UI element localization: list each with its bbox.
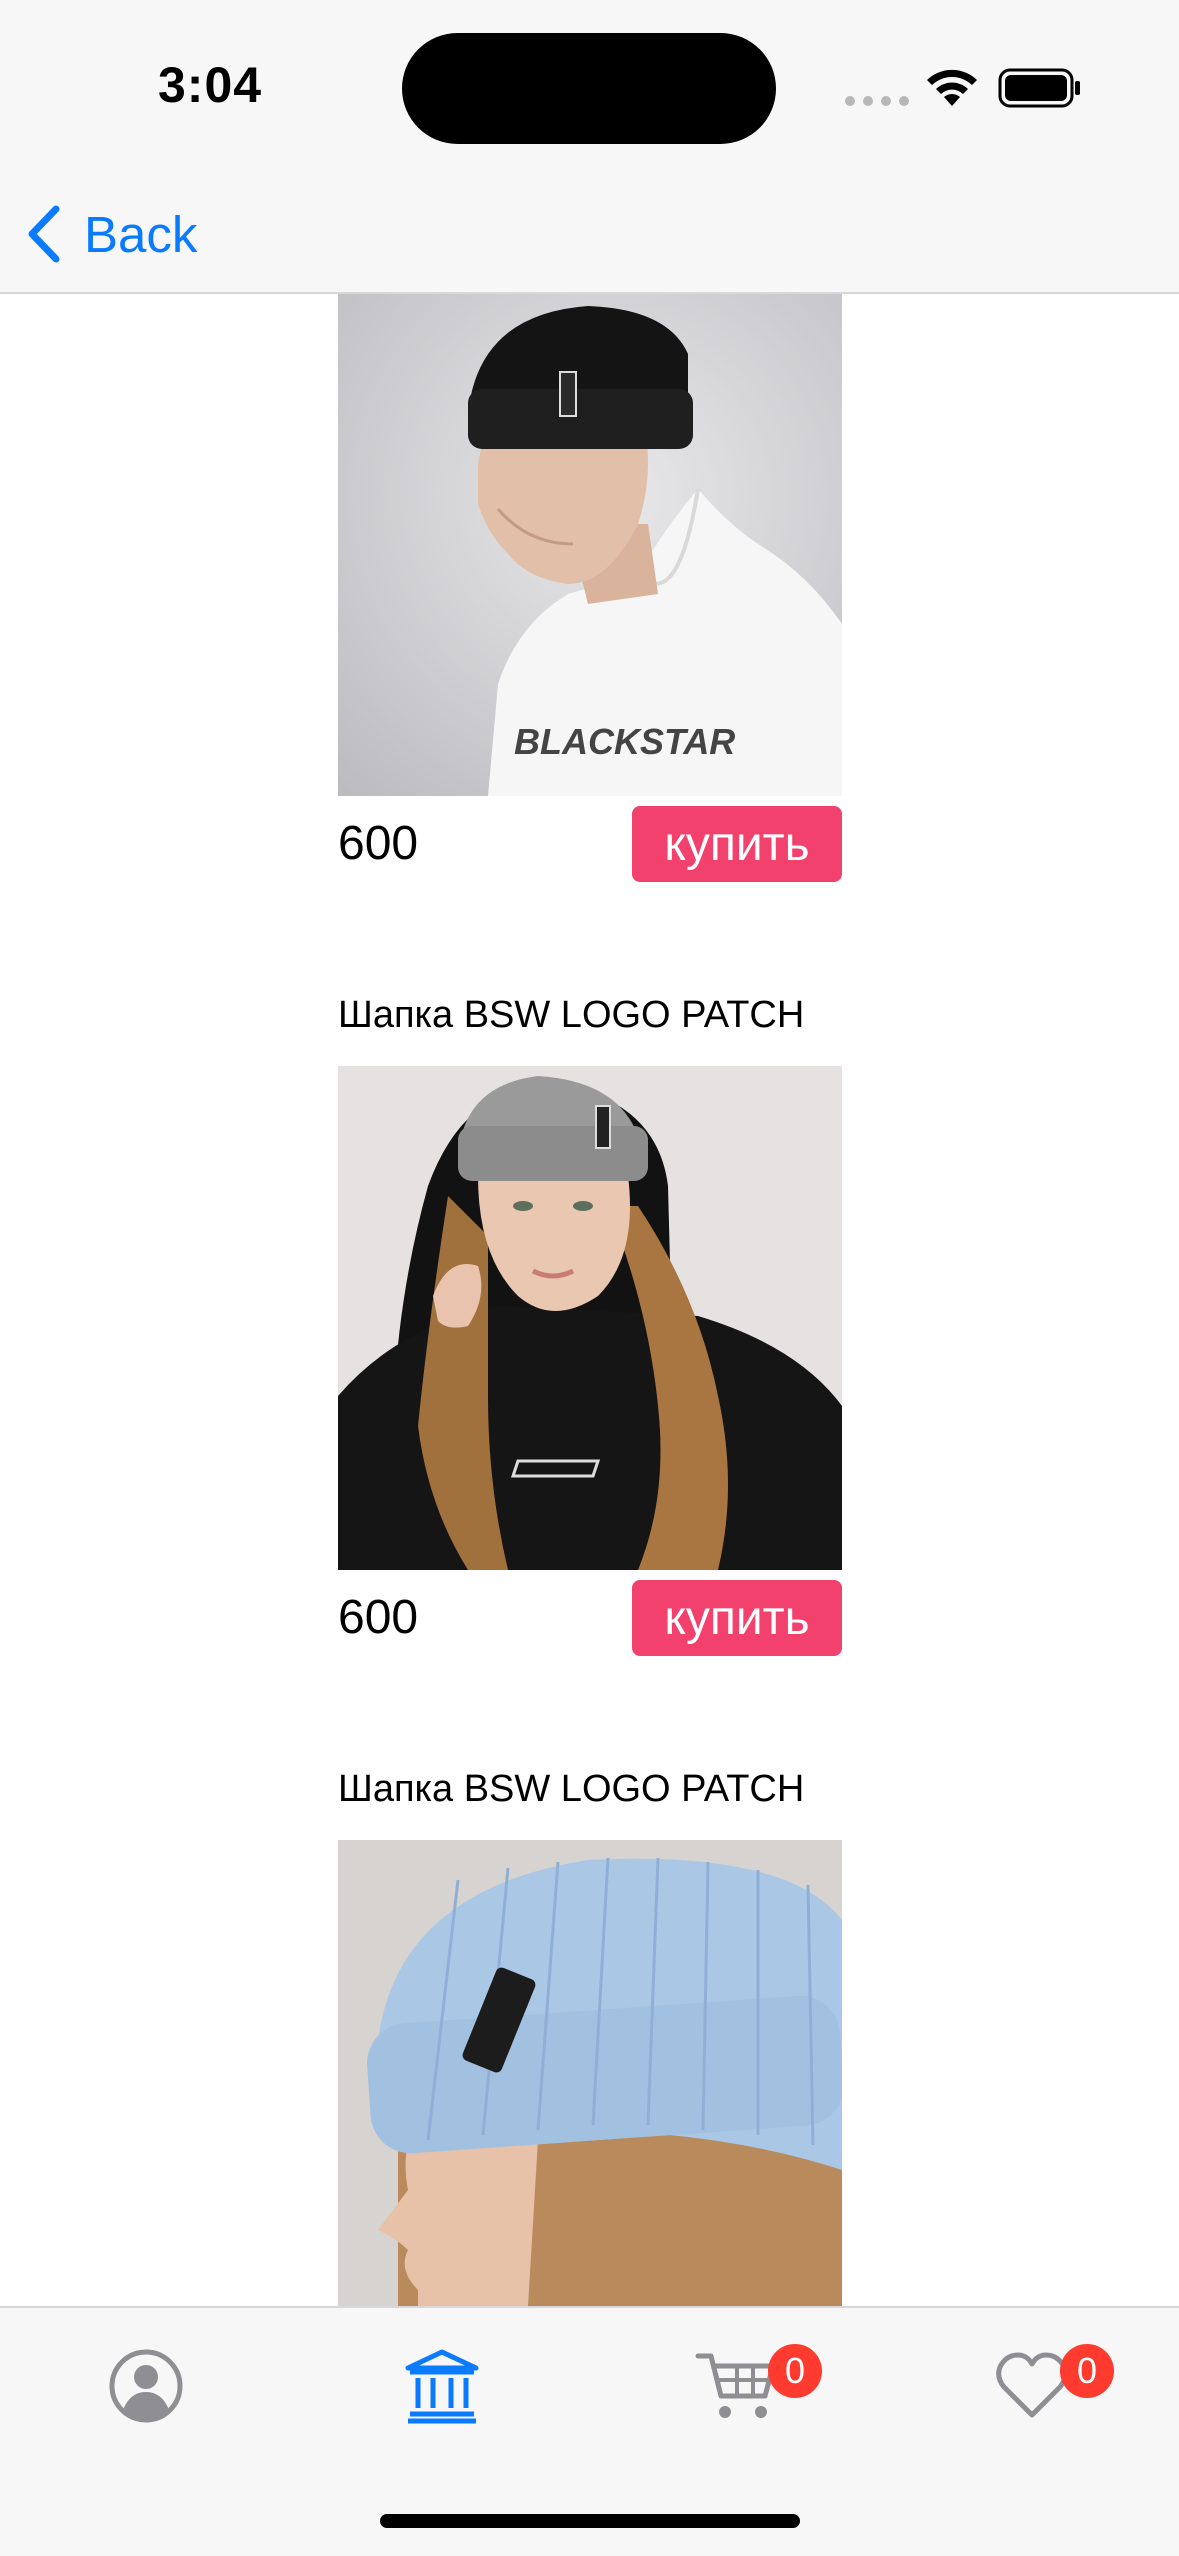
chevron-left-icon — [28, 205, 60, 263]
tab-profile[interactable] — [86, 2326, 206, 2446]
product-price: 600 — [338, 817, 419, 870]
back-label: Back — [84, 205, 198, 263]
navigation-bar: Back — [0, 170, 1179, 294]
product-image[interactable]: BLACKSTAR — [338, 294, 842, 798]
dynamic-island — [402, 33, 776, 144]
back-button[interactable]: Back — [24, 194, 197, 274]
wifi-icon — [927, 69, 977, 106]
tab-catalog[interactable] — [382, 2326, 502, 2446]
product-photo-woman-grey-beanie — [338, 1066, 842, 1570]
product-photo-man-black-beanie: BLACKSTAR — [338, 294, 842, 796]
person-circle-icon — [109, 2349, 183, 2423]
product-list[interactable]: BLACKSTAR 600 купить Шапка BSW LOGO PATC… — [0, 294, 1179, 2306]
screen: 3:04 Back BLACKSTAR 600 купить Шапка BSW… — [0, 0, 1179, 2556]
hoodie-print: BLACKSTAR — [514, 721, 735, 762]
cart-icon — [695, 2353, 776, 2418]
home-indicator[interactable] — [380, 2514, 800, 2528]
status-bar: 3:04 — [0, 0, 1179, 170]
heart-icon — [996, 2352, 1068, 2418]
cart-badge: 0 — [768, 2344, 822, 2398]
buy-button[interactable]: купить — [632, 1580, 842, 1656]
bank-building-icon — [405, 2349, 479, 2424]
buy-button[interactable]: купить — [632, 806, 842, 882]
product-photo-woman-light-blue-beanie — [338, 1840, 842, 2306]
product-title: Шапка BSW LOGO PATCH — [338, 994, 805, 1036]
product-image[interactable] — [338, 1066, 842, 1570]
battery-icon — [998, 68, 1080, 108]
cellular-signal-icon — [845, 96, 909, 106]
product-price: 600 — [338, 1591, 419, 1644]
product-image[interactable] — [338, 1840, 842, 2306]
product-title: Шапка BSW LOGO PATCH — [338, 1768, 805, 1810]
favorites-badge: 0 — [1060, 2344, 1114, 2398]
status-time: 3:04 — [158, 57, 263, 113]
